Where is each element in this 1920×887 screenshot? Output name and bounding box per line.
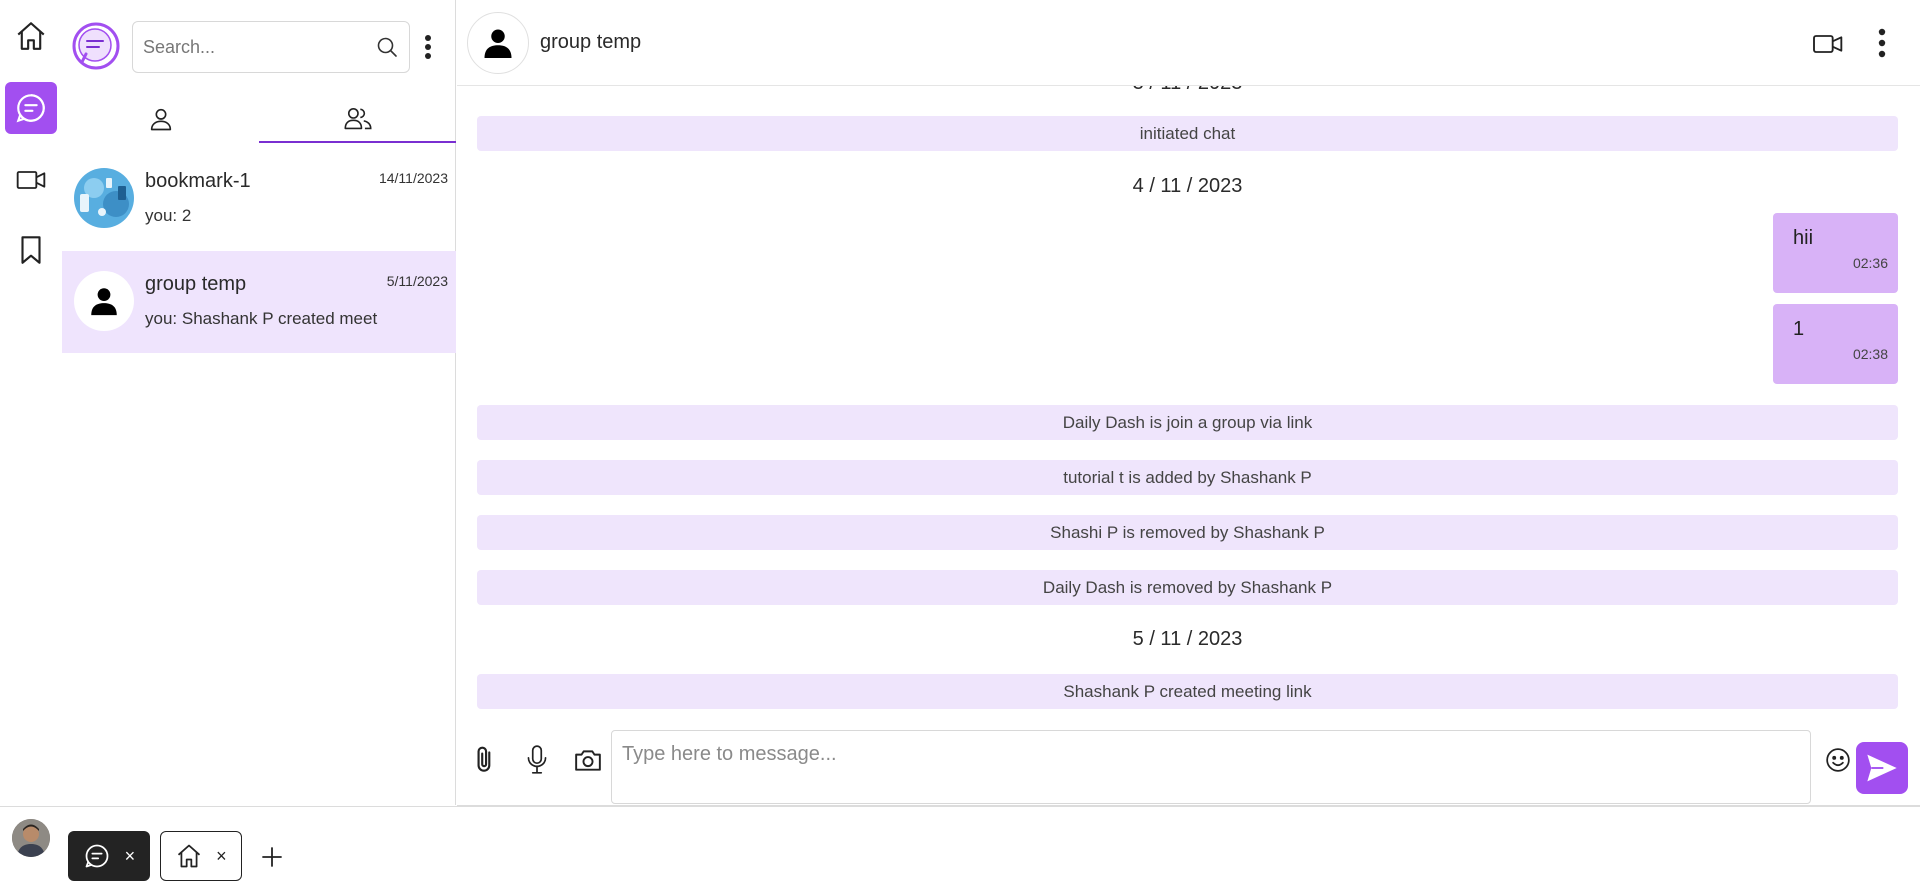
system-message: tutorial t is added by Shashank P (477, 460, 1898, 495)
search-box (132, 21, 410, 73)
chat-icon (83, 842, 111, 870)
chat-header: group temp (457, 0, 1920, 86)
tab-direct-chats[interactable] (62, 95, 259, 143)
kebab-menu-icon (1878, 28, 1886, 58)
kebab-menu-icon (424, 34, 432, 60)
voice-record-button[interactable] (519, 742, 555, 778)
conversation-item-group-temp[interactable]: group temp you: Shashank P created meet … (62, 251, 456, 353)
conversation-tabs (62, 95, 456, 143)
rail-video-button[interactable] (5, 154, 57, 206)
system-message: Shashi P is removed by Shashank P (477, 515, 1898, 550)
rail-chat-button[interactable] (5, 82, 57, 134)
system-message: initiated chat (477, 116, 1898, 151)
bookmark-image-avatar (74, 168, 134, 228)
start-video-call-button[interactable] (1812, 30, 1844, 58)
bottom-tab-chat[interactable]: × (68, 831, 150, 881)
system-message: Shashank P created meeting link (477, 674, 1898, 709)
conversation-preview: you: Shashank P created meet (145, 309, 378, 328)
emoji-button[interactable] (1820, 742, 1856, 778)
message-composer (457, 714, 1920, 806)
sidebar-menu-button[interactable] (420, 32, 436, 62)
conversation-date: 5/11/2023 (386, 273, 448, 289)
date-separator: 4 / 11 / 2023 (1132, 175, 1243, 197)
video-camera-icon (15, 164, 47, 196)
conversation-item-bookmark-1[interactable]: bookmark-1 you: 2 14/11/2023 (62, 148, 456, 250)
default-user-avatar (74, 271, 134, 331)
date-separator: 3 / 11 / 2023 (477, 86, 1898, 95)
search-input[interactable] (143, 36, 375, 58)
app-logo-icon (72, 22, 120, 70)
system-message: Daily Dash is join a group via link (477, 405, 1898, 440)
chat-title[interactable]: group temp (540, 31, 641, 54)
message-list[interactable]: 3 / 11 / 2023 initiated chat 4 / 11 / 20… (457, 86, 1920, 714)
date-separator: 5 / 11 / 2023 (1132, 628, 1243, 650)
message-time: 02:38 (1852, 346, 1888, 362)
users-group-icon (343, 104, 373, 132)
conversation-sidebar: bookmark-1 you: 2 14/11/2023 group temp … (62, 0, 456, 805)
camera-button[interactable] (570, 742, 606, 778)
chat-menu-button[interactable] (1874, 26, 1890, 60)
chat-icon (14, 91, 48, 125)
attach-button[interactable] (467, 742, 503, 778)
system-message: Daily Dash is removed by Shashank P (477, 570, 1898, 605)
user-icon (147, 105, 175, 133)
emoji-icon (1825, 747, 1851, 773)
send-button[interactable] (1856, 742, 1908, 794)
outgoing-message[interactable]: 1 02:38 (1773, 304, 1898, 384)
close-tab-button[interactable]: × (216, 846, 227, 867)
rail-bookmark-button[interactable] (5, 224, 57, 276)
close-tab-button[interactable]: × (125, 846, 136, 867)
home-icon (14, 19, 48, 53)
user-profile-avatar[interactable] (12, 819, 50, 857)
rail-home-button[interactable] (5, 10, 57, 62)
camera-icon (574, 747, 602, 773)
message-time: 02:36 (1852, 255, 1888, 271)
add-tab-button[interactable] (258, 843, 286, 871)
bookmark-icon (14, 233, 48, 267)
conversation-name: group temp (145, 273, 247, 295)
message-input[interactable] (611, 730, 1811, 804)
search-icon[interactable] (375, 35, 399, 59)
conversation-name: bookmark-1 (145, 170, 251, 192)
chat-avatar[interactable] (467, 12, 529, 74)
microphone-icon (524, 744, 550, 776)
plus-icon (261, 846, 283, 868)
bottom-tab-home[interactable]: × (160, 831, 242, 881)
message-text: 1 (1793, 318, 1805, 340)
tab-group-chats[interactable] (259, 95, 456, 143)
outgoing-message[interactable]: hii 02:36 (1773, 213, 1898, 293)
send-icon (1866, 753, 1898, 783)
message-text: hii (1793, 227, 1814, 249)
paperclip-icon (472, 745, 498, 775)
home-icon (175, 842, 203, 870)
bottom-tab-bar: × × (0, 806, 1920, 887)
left-rail (0, 0, 62, 805)
conversation-preview: you: 2 (145, 206, 192, 225)
conversation-date: 14/11/2023 (378, 170, 448, 186)
video-camera-icon (1812, 30, 1844, 58)
